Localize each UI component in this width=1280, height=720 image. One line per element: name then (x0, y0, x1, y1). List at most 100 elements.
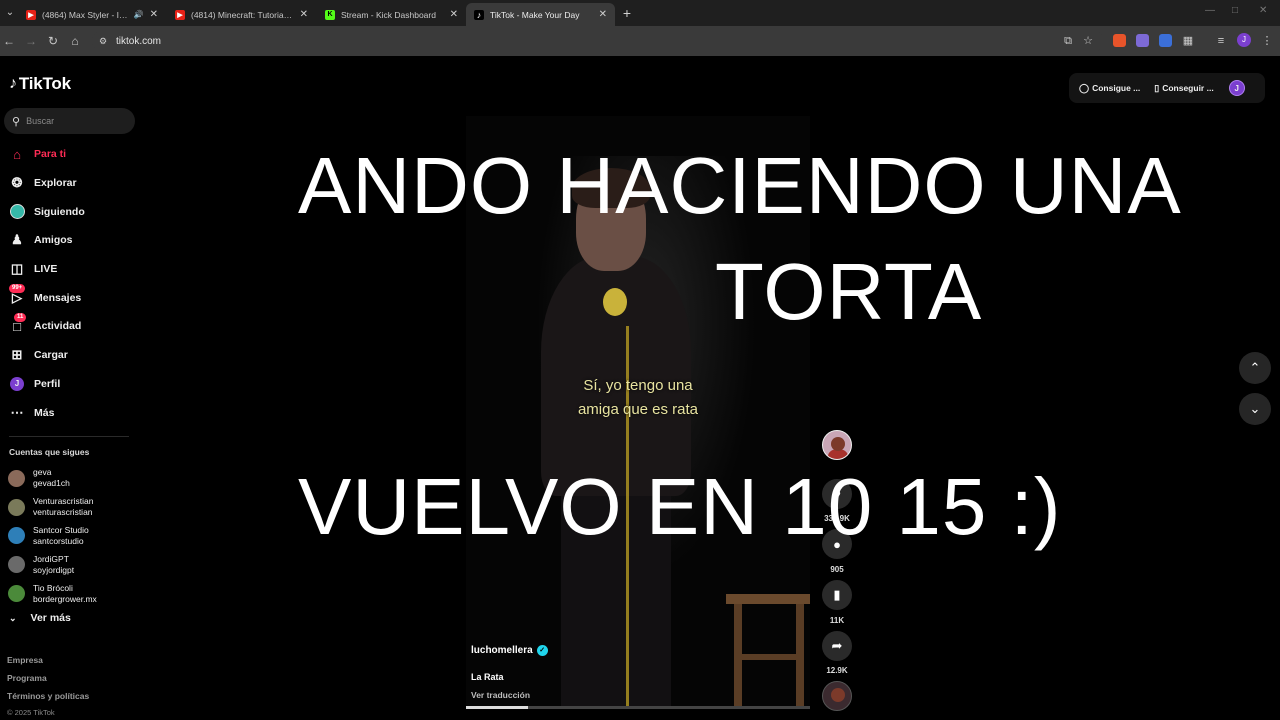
close-window-icon[interactable]: ✕ (1259, 5, 1267, 16)
maximize-icon[interactable]: □ (1232, 5, 1238, 16)
close-tab-icon[interactable]: ✕ (450, 9, 458, 20)
following-account-santcor[interactable]: Santcor Studio santcorstudio (8, 522, 138, 551)
install-app-icon[interactable]: ⧉ (1060, 32, 1076, 50)
browser-tab-3[interactable]: K Stream - Kick Dashboard ✕ (317, 3, 466, 26)
sidebar-item-label: LIVE (34, 263, 58, 276)
browser-tab-2[interactable]: ▶ (4814) Minecraft: Tutorial fácil ✕ (167, 3, 316, 26)
close-tab-icon[interactable]: ✕ (300, 9, 308, 20)
following-account-venturascristian[interactable]: Venturascristian venturascristian (8, 493, 138, 522)
browser-tab-4-active[interactable]: ♪ TikTok - Make Your Day ✕ (466, 3, 615, 26)
tiktok-note-icon: ♪ (9, 75, 17, 92)
sidebar-nav: ⌂ Para ti ❂ Explorar Siguiendo ♟ Amigos … (0, 140, 135, 427)
browser-menu-icon[interactable]: ⋮ (1259, 32, 1275, 50)
sidebar-item-siguiendo[interactable]: Siguiendo (0, 197, 135, 226)
next-video-button[interactable]: ⌄ (1239, 393, 1271, 425)
avatar (8, 527, 25, 545)
avatar (8, 556, 25, 574)
sidebar-item-mas[interactable]: ⋯ Más (0, 398, 135, 427)
creator-avatar[interactable] (822, 430, 852, 460)
footer-link-terminos[interactable]: Términos y políticas (7, 691, 89, 709)
extension-2-icon[interactable] (1136, 34, 1149, 47)
search-input[interactable] (26, 116, 122, 126)
comment-icon[interactable]: ● (822, 529, 852, 559)
avatar (8, 498, 25, 516)
extension-3-icon[interactable] (1159, 34, 1172, 47)
account-name: Santcor Studio (33, 524, 89, 535)
account-handle: gevad1ch (33, 478, 70, 489)
home-button-icon[interactable]: ⌂ (66, 32, 84, 50)
upload-icon: ⊞ (11, 347, 23, 363)
get-coins-button[interactable]: ◯ Consigue ... (1079, 83, 1140, 94)
browser-tab-1[interactable]: ▶ (4864) Max Styler - I Know 🔊 ✕ (18, 3, 166, 26)
back-icon[interactable]: ← (0, 32, 18, 50)
sidebar-item-explorar[interactable]: ❂ Explorar (0, 169, 135, 198)
video-player[interactable]: Sí, yo tengo una amiga que es rata lucho… (466, 116, 810, 709)
bookmark-icon[interactable]: ▮ (822, 580, 852, 610)
avatar (8, 469, 25, 487)
youtube-favicon-icon: ▶ (175, 9, 185, 20)
messages-badge: 99+ (9, 284, 26, 294)
sidebar-item-label: Cargar (34, 349, 68, 362)
account-name: Venturascristian (33, 496, 94, 507)
footer-link-programa[interactable]: Programa (7, 673, 89, 691)
creator-name[interactable]: luchomellera ✓ (471, 645, 548, 656)
new-tab-icon[interactable]: + (619, 4, 635, 22)
see-translation-link[interactable]: Ver traducción (471, 690, 530, 700)
following-account-jordigpt[interactable]: JordiGPT soyjordigpt (8, 550, 138, 579)
search-box[interactable]: ⚲ (4, 108, 135, 134)
search-icon[interactable]: ⚲ (12, 115, 20, 128)
reload-icon[interactable]: ↻ (44, 32, 62, 50)
site-info-icon[interactable]: ⚙ (96, 34, 110, 48)
extensions-puzzle-icon[interactable]: ▦ (1180, 32, 1196, 50)
tiktok-favicon-icon: ♪ (474, 9, 484, 20)
sidebar-item-label: Siguiendo (34, 205, 85, 218)
share-icon[interactable]: ➦ (822, 631, 852, 661)
music-disc-icon[interactable] (822, 681, 852, 711)
live-icon: ◫ (10, 261, 24, 277)
see-more-button[interactable]: ⌄ Ver más (9, 612, 71, 624)
following-account-geva[interactable]: geva gevad1ch (8, 464, 138, 493)
tab-search-icon[interactable]: ⌄ (2, 4, 18, 22)
microphone (603, 288, 627, 316)
close-tab-icon[interactable]: ✕ (599, 9, 607, 20)
address-bar: ← → ↻ ⌂ ⚙ tiktok.com ⧉ ☆ ▦ ≡ ⋮ (0, 26, 1280, 56)
sidebar-item-label: Perfil (34, 377, 61, 390)
activity-badge: 11 (14, 313, 27, 323)
following-account-tio-brocoli[interactable]: Tio Brócoli bordergrower.mx (8, 579, 138, 608)
extension-1-icon[interactable] (1113, 34, 1126, 47)
minimize-icon[interactable]: — (1205, 5, 1215, 16)
bookmark-star-icon[interactable]: ☆ (1080, 32, 1096, 50)
tab-title: (4814) Minecraft: Tutorial fácil (191, 9, 294, 20)
url-field[interactable]: ⚙ tiktok.com (92, 30, 1104, 52)
browser-profile-avatar[interactable]: J (1237, 33, 1251, 47)
close-tab-icon[interactable]: ✕ (150, 9, 158, 20)
sidebar-item-cargar[interactable]: ⊞ Cargar (0, 341, 135, 370)
user-avatar[interactable]: J (1228, 80, 1245, 96)
coin-icon: ◯ (1079, 82, 1090, 93)
sidebar-item-label: Explorar (34, 177, 77, 190)
video-subtitle: Sí, yo tengo una amiga que es rata (577, 377, 699, 418)
sidebar-item-perfil[interactable]: J Perfil (0, 370, 135, 399)
like-icon[interactable]: ♥ (822, 479, 852, 509)
previous-video-button[interactable]: ⌃ (1239, 352, 1271, 384)
url-text[interactable]: tiktok.com (116, 36, 161, 47)
sidebar-item-para-ti[interactable]: ⌂ Para ti (0, 140, 135, 169)
video-progress-bar[interactable] (466, 706, 810, 709)
compass-icon: ❂ (11, 175, 23, 191)
forward-icon[interactable]: → (22, 32, 40, 50)
sidebar-item-mensajes[interactable]: ▷ 99+ Mensajes (0, 283, 135, 312)
tiktok-logo[interactable]: ♪ TikTok (9, 74, 71, 94)
speaker-icon[interactable]: 🔊 (134, 10, 144, 19)
sidebar-item-actividad[interactable]: □ 11 Actividad (0, 312, 135, 341)
sidebar-item-live[interactable]: ◫ LIVE (0, 255, 135, 284)
comment-count: 905 (830, 565, 844, 574)
account-name: JordiGPT (33, 553, 69, 564)
footer-links: Empresa Programa Términos y políticas (7, 655, 89, 708)
copyright: © 2025 TikTok (7, 708, 55, 717)
sidebar-item-amigos[interactable]: ♟ Amigos (0, 226, 135, 255)
video-caption: La Rata (471, 672, 504, 682)
get-app-button[interactable]: ▯ Conseguir ... (1154, 83, 1213, 94)
media-controls-icon[interactable]: ≡ (1213, 32, 1229, 50)
footer-link-empresa[interactable]: Empresa (7, 655, 89, 673)
more-icon: ⋯ (10, 404, 24, 420)
